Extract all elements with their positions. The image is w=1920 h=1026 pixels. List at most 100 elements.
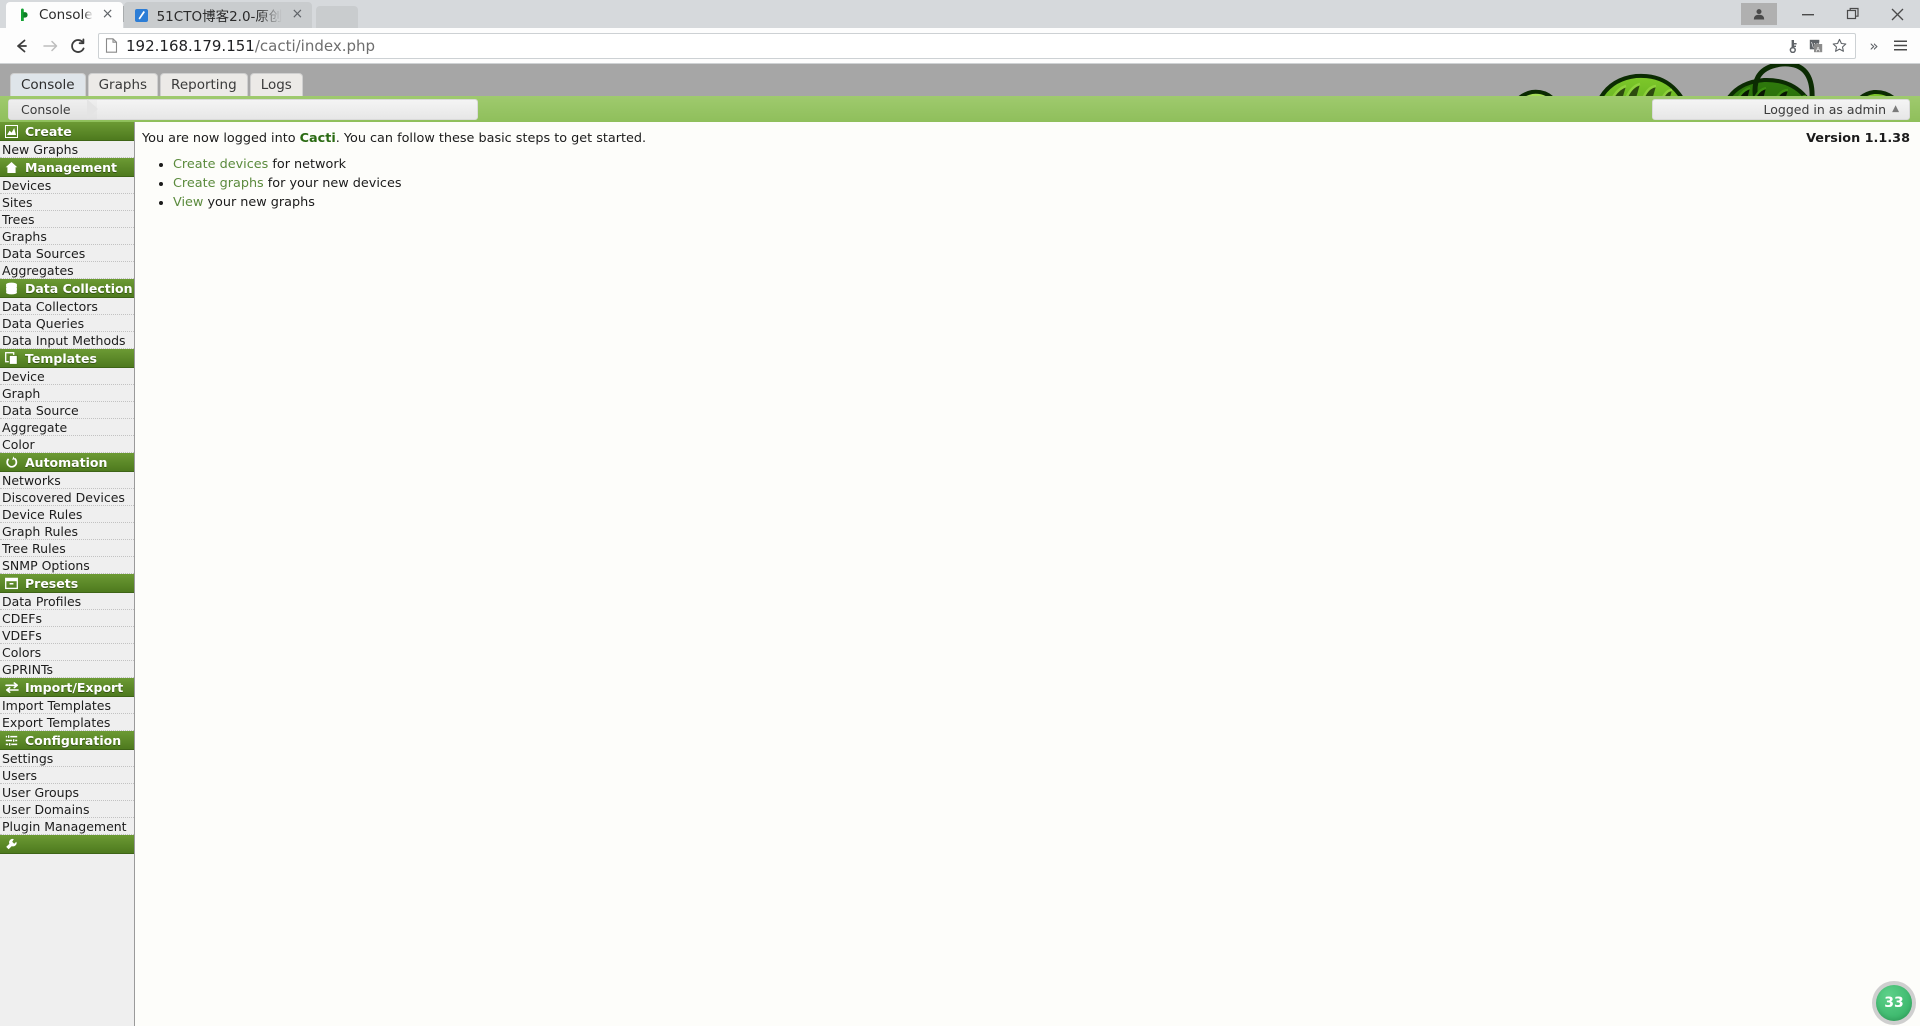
sidebar-item-tree-rules[interactable]: Tree Rules bbox=[0, 540, 134, 557]
sidebar-item-snmp-options[interactable]: SNMP Options bbox=[0, 557, 134, 574]
minimize-button[interactable] bbox=[1785, 0, 1830, 28]
window-controls bbox=[1741, 0, 1920, 28]
sidebar-item-label: GPRINTs bbox=[2, 661, 54, 677]
sidebar-section-label: Automation bbox=[25, 454, 108, 470]
sidebar-item-devices[interactable]: Devices bbox=[0, 177, 134, 194]
getting-started-text: your new graphs bbox=[203, 195, 315, 210]
sidebar-section-utilities[interactable] bbox=[0, 835, 134, 854]
blog-icon bbox=[134, 7, 150, 23]
sidebar-item-sites[interactable]: Sites bbox=[0, 194, 134, 211]
exchange-icon bbox=[4, 680, 19, 695]
sidebar-item-settings[interactable]: Settings bbox=[0, 750, 134, 767]
sidebar-section-configuration[interactable]: Configuration bbox=[0, 731, 134, 750]
sidebar-section-presets[interactable]: Presets bbox=[0, 574, 134, 593]
sidebar-item-networks[interactable]: Networks bbox=[0, 472, 134, 489]
sidebar-item-label: Sites bbox=[2, 194, 33, 210]
translate-icon[interactable]: \u6587A bbox=[1809, 39, 1823, 53]
sidebar-section-templates[interactable]: Templates bbox=[0, 349, 134, 368]
tab-logs[interactable]: Logs bbox=[249, 73, 303, 96]
sidebar-item-user-groups[interactable]: User Groups bbox=[0, 784, 134, 801]
login-status-menu[interactable]: Logged in as admin ▲ bbox=[1652, 98, 1910, 120]
sidebar-item-import-templates[interactable]: Import Templates bbox=[0, 697, 134, 714]
browser-tab-close-icon[interactable]: × bbox=[290, 7, 304, 22]
getting-started-link[interactable]: Create graphs bbox=[173, 176, 264, 191]
sidebar-item-graphs[interactable]: Graphs bbox=[0, 228, 134, 245]
sidebar-item-new-graphs[interactable]: New Graphs bbox=[0, 141, 134, 158]
sidebar-item-label: CDEFs bbox=[2, 610, 42, 626]
box-icon bbox=[4, 576, 19, 591]
sidebar-item-gprints[interactable]: GPRINTs bbox=[0, 661, 134, 678]
getting-started-link[interactable]: View bbox=[173, 195, 203, 210]
sidebar-item-data-input-methods[interactable]: Data Input Methods bbox=[0, 332, 134, 349]
version-label: Version 1.1.38 bbox=[1806, 131, 1910, 146]
sidebar-item-color[interactable]: Color bbox=[0, 436, 134, 453]
sidebar-section-management[interactable]: Management bbox=[0, 158, 134, 177]
profile-icon[interactable] bbox=[1741, 3, 1777, 25]
hamburger-menu-icon[interactable] bbox=[1888, 33, 1912, 59]
intro-text: You are now logged into Cacti. You can f… bbox=[142, 131, 646, 146]
sidebar-item-label: Users bbox=[2, 767, 38, 783]
sidebar-section-import-export[interactable]: Import/Export bbox=[0, 678, 134, 697]
sidebar-item-graph-rules[interactable]: Graph Rules bbox=[0, 523, 134, 540]
omnibox-actions: \u6587A bbox=[1786, 38, 1849, 53]
tab-console[interactable]: Console bbox=[10, 73, 86, 96]
refresh-countdown-badge[interactable]: 33 bbox=[1872, 981, 1916, 1025]
sidebar-item-label: Graph bbox=[2, 385, 41, 401]
reload-button[interactable] bbox=[64, 32, 92, 60]
sidebar-item-graph[interactable]: Graph bbox=[0, 385, 134, 402]
list-item: View your new graphs bbox=[173, 196, 1920, 210]
key-icon[interactable] bbox=[1786, 39, 1800, 53]
browser-tab-blog[interactable]: 51CTO博客2.0-原创 × bbox=[123, 2, 313, 28]
list-item: Create devices for network bbox=[173, 158, 1920, 172]
sidebar-item-users[interactable]: Users bbox=[0, 767, 134, 784]
sidebar-item-export-templates[interactable]: Export Templates bbox=[0, 714, 134, 731]
sidebar-section-create[interactable]: Create bbox=[0, 122, 134, 141]
sidebar-item-cdefs[interactable]: CDEFs bbox=[0, 610, 134, 627]
browser-tab-console[interactable]: Console × bbox=[6, 2, 123, 28]
sidebar-item-label: User Groups bbox=[2, 784, 80, 800]
sidebar-item-user-domains[interactable]: User Domains bbox=[0, 801, 134, 818]
sidebar-item-device[interactable]: Device bbox=[0, 368, 134, 385]
sidebar-item-data-profiles[interactable]: Data Profiles bbox=[0, 593, 134, 610]
url-path: /cacti/index.php bbox=[254, 36, 376, 55]
bookmark-star-icon[interactable] bbox=[1832, 38, 1847, 53]
sidebar-item-data-source[interactable]: Data Source bbox=[0, 402, 134, 419]
address-bar[interactable]: 192.168.179.151/cacti/index.php \u6587A bbox=[98, 32, 1856, 59]
sidebar-item-label: Aggregates bbox=[2, 262, 74, 278]
back-button[interactable] bbox=[8, 32, 36, 60]
sidebar-item-colors[interactable]: Colors bbox=[0, 644, 134, 661]
sidebar-item-data-queries[interactable]: Data Queries bbox=[0, 315, 134, 332]
tab-reporting[interactable]: Reporting bbox=[160, 73, 248, 96]
sidebar-item-label: Aggregate bbox=[2, 419, 68, 435]
sidebar-item-data-sources[interactable]: Data Sources bbox=[0, 245, 134, 262]
browser-tab-close-icon[interactable]: × bbox=[101, 7, 115, 22]
sidebar-item-plugin-management[interactable]: Plugin Management bbox=[0, 818, 134, 835]
sidebar-item-trees[interactable]: Trees bbox=[0, 211, 134, 228]
restore-button[interactable] bbox=[1830, 0, 1875, 28]
tab-graphs[interactable]: Graphs bbox=[87, 73, 159, 96]
sidebar-item-vdefs[interactable]: VDEFs bbox=[0, 627, 134, 644]
sidebar-item-label: Data Source bbox=[2, 402, 79, 418]
sidebar-item-label: Devices bbox=[2, 177, 52, 193]
forward-button[interactable] bbox=[36, 32, 64, 60]
new-tab-button[interactable] bbox=[316, 6, 359, 28]
sidebar-item-device-rules[interactable]: Device Rules bbox=[0, 506, 134, 523]
close-button[interactable] bbox=[1875, 0, 1920, 28]
sidebar-item-label: Trees bbox=[2, 211, 35, 227]
getting-started-text: for network bbox=[268, 157, 346, 172]
database-icon bbox=[4, 281, 19, 296]
sidebar-item-label: New Graphs bbox=[2, 141, 79, 157]
getting-started-link[interactable]: Create devices bbox=[173, 157, 268, 172]
sidebar-item-data-collectors[interactable]: Data Collectors bbox=[0, 298, 134, 315]
sidebar: Create New Graphs Management Devices Sites Tr… bbox=[0, 122, 135, 1026]
browser-tab-title: 51CTO博客2.0-原创 bbox=[156, 9, 283, 25]
sidebar-item-aggregates[interactable]: Aggregates bbox=[0, 262, 134, 279]
sidebar-section-data-collection[interactable]: Data Collection bbox=[0, 279, 134, 298]
sidebar-item-aggregate[interactable]: Aggregate bbox=[0, 419, 134, 436]
sidebar-section-label: Presets bbox=[25, 575, 79, 591]
sidebar-item-discovered-devices[interactable]: Discovered Devices bbox=[0, 489, 134, 506]
sidebar-section-automation[interactable]: Automation bbox=[0, 453, 134, 472]
overflow-chevrons-icon[interactable]: » bbox=[1862, 33, 1886, 59]
sidebar-section-label: Management bbox=[25, 159, 118, 175]
breadcrumb-item-console[interactable]: Console bbox=[9, 98, 98, 119]
